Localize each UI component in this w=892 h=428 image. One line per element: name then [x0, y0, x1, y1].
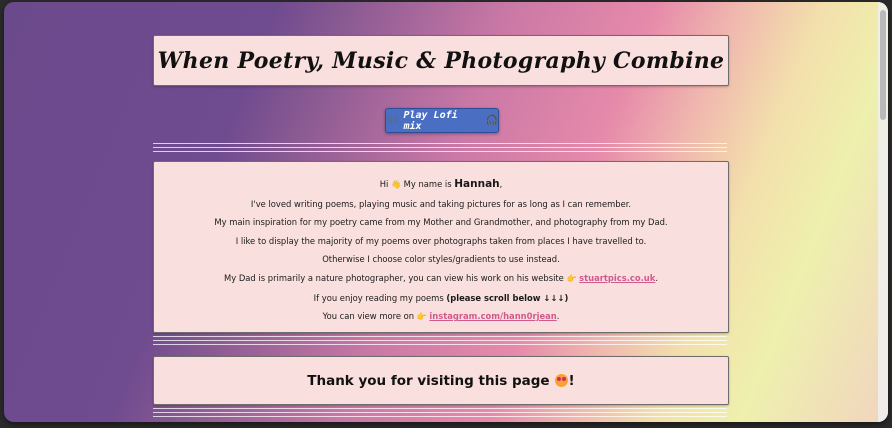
heart-eyes-emoji-icon — [554, 374, 568, 387]
title-card: When Poetry, Music & Photography Combine — [153, 35, 729, 86]
scroll-hint-bold: (please scroll below ↓↓↓) — [446, 292, 569, 303]
website-line-suffix: . — [655, 272, 658, 283]
thanks-suffix: ! — [568, 372, 575, 389]
greeting-line: Hi 👋 My name is Hannah, — [154, 175, 728, 195]
greeting-prefix: Hi — [379, 179, 389, 189]
greeting-suffix: , — [499, 179, 503, 189]
play-lofi-label: Play Lofi mix — [403, 109, 458, 132]
thanks-text: Thank you for visiting this page — [307, 372, 550, 389]
pointing-hand-icon: 👉 — [416, 312, 427, 322]
page-title: When Poetry, Music & Photography Combine — [157, 47, 725, 74]
greeting-mid: My name is — [403, 179, 452, 189]
intro-card: Hi 👋 My name is Hannah, I've loved writi… — [153, 161, 729, 333]
instagram-link[interactable]: instagram.com/hann0rjean — [429, 311, 556, 321]
intro-line: I like to display the majority of my poe… — [235, 235, 647, 246]
instagram-line-text: You can view more on — [322, 311, 415, 322]
divider-lines — [153, 143, 727, 155]
pointing-hand-icon: 👉 — [566, 273, 577, 283]
intro-line: I've loved writing poems, playing music … — [250, 198, 632, 209]
scrollbar-thumb[interactable] — [880, 10, 886, 120]
website-line: My Dad is primarily a nature photographe… — [154, 269, 728, 289]
website-link[interactable]: stuartpics.co.uk — [579, 273, 655, 283]
vertical-scrollbar[interactable] — [878, 2, 888, 422]
scroll-hint-text: If you enjoy reading my poems — [313, 292, 444, 303]
thanks-card: Thank you for visiting this page ! — [153, 356, 729, 405]
play-lofi-button[interactable]: 🎶 Play Lofi mix 🎧 — [385, 108, 499, 133]
headphones-icon: 🎧 — [485, 115, 498, 126]
music-notes-icon: 🎶 — [386, 115, 399, 126]
intro-line: My main inspiration for my poetry came f… — [214, 217, 668, 228]
divider-lines — [153, 408, 727, 420]
instagram-line-suffix: . — [556, 311, 560, 322]
browser-viewport: When Poetry, Music & Photography Combine… — [4, 2, 888, 422]
author-name: Hannah — [454, 178, 500, 190]
instagram-line: You can view more on 👉 instagram.com/han… — [154, 307, 728, 327]
intro-line: Otherwise I choose color styles/gradient… — [322, 254, 560, 265]
scroll-hint-line: If you enjoy reading my poems (please sc… — [154, 289, 728, 308]
website-line-text: My Dad is primarily a nature photographe… — [224, 272, 564, 283]
divider-lines — [153, 336, 727, 348]
wave-icon: 👋 — [390, 180, 401, 189]
